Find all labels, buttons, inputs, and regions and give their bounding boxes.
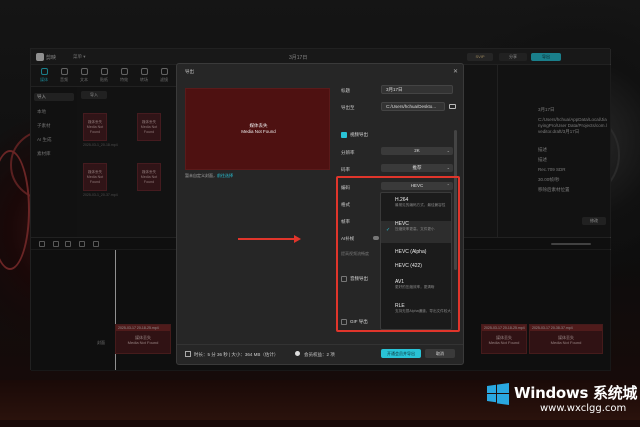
- resolution-label: 分辨率: [341, 150, 355, 155]
- cancel-button[interactable]: 取消: [425, 349, 455, 358]
- bitrate-dropdown[interactable]: 推荐 ⌄: [381, 164, 453, 172]
- film-icon: [185, 351, 191, 357]
- title-label: 标题: [341, 88, 350, 93]
- video-export-checkbox[interactable]: [341, 132, 347, 138]
- export-preview: 媒体丢失 Media Not Found: [185, 88, 330, 170]
- choose-cover-link[interactable]: 前往选择: [217, 173, 233, 178]
- chevron-down-icon: ⌄: [446, 148, 450, 153]
- info-icon: [295, 351, 300, 356]
- chevron-down-icon: ⌄: [446, 165, 450, 170]
- watermark-url: www.wxclgg.com: [540, 403, 627, 414]
- annotation-arrow-head: [294, 235, 301, 243]
- annotation-highlight-box: [336, 176, 460, 332]
- folder-icon[interactable]: [449, 104, 456, 109]
- watermark-title: Windows 系统城: [514, 384, 638, 402]
- title-input[interactable]: 3月17日: [381, 85, 453, 94]
- export-confirm-button[interactable]: 开通会员并导出: [381, 349, 421, 358]
- preview-missing-text: 媒体丢失 Media Not Found: [241, 123, 276, 134]
- dialog-title: 导出: [185, 69, 194, 74]
- export-to-label: 导出至: [341, 105, 355, 110]
- annotation-arrow: [238, 238, 296, 240]
- video-export-title: 视频导出: [350, 132, 368, 137]
- close-icon[interactable]: ✕: [453, 68, 458, 75]
- export-duration-size: 时长：5 分 36 秒 | 大小：364 MB（估计）: [194, 352, 279, 357]
- windows-logo-icon: [487, 383, 509, 405]
- cover-hint: 暂未自定义封面，前往选择: [185, 173, 233, 178]
- bitrate-label: 码率: [341, 167, 350, 172]
- member-benefits[interactable]: 会员权益：2 项: [304, 352, 335, 358]
- resolution-dropdown[interactable]: 2K ⌄: [381, 147, 453, 155]
- export-path-input[interactable]: C:/Users/hchua/Deskto...: [381, 102, 445, 111]
- dialog-footer: 时长：5 分 36 秒 | 大小：364 MB（估计） 会员权益：2 项 开通会…: [177, 344, 463, 365]
